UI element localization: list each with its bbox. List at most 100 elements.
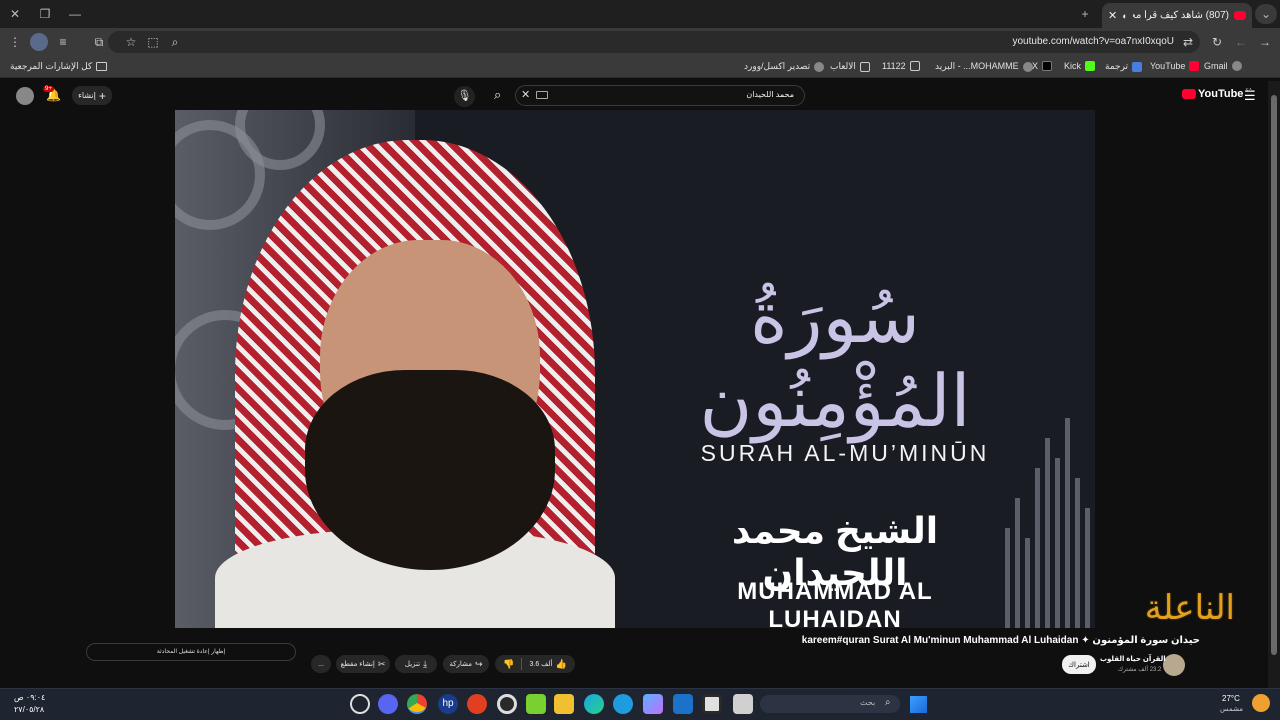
bookmark-label: الالعاب xyxy=(830,61,856,71)
bookmark-star-icon[interactable]: ☆ xyxy=(122,33,140,51)
close-window-icon[interactable]: ✕ xyxy=(4,4,26,24)
voice-search-icon[interactable]: 🎙 xyxy=(454,86,475,107)
app-orange-icon[interactable] xyxy=(467,694,487,714)
reciter-name-english: MUHAMMAD AL LUHAIDAN xyxy=(737,578,933,628)
extensions-icon[interactable]: ⧉ xyxy=(90,33,108,51)
youtube-icon xyxy=(1189,61,1200,71)
clear-search-icon[interactable]: ✕ xyxy=(521,88,530,101)
site-settings-icon[interactable]: ⇄ xyxy=(1179,33,1197,51)
bookmark-label: Gmail xyxy=(1204,61,1228,71)
restore-window-icon[interactable]: ❐ xyxy=(34,4,56,24)
country-code: SA xyxy=(1245,88,1253,94)
search-icon[interactable]: ⌕ xyxy=(494,87,501,103)
outlook-icon[interactable] xyxy=(673,694,693,714)
windows-start-icon[interactable] xyxy=(910,696,927,713)
download-icon: ⤓ xyxy=(423,658,428,669)
hp-icon[interactable]: hp xyxy=(438,694,458,714)
file-explorer-icon[interactable] xyxy=(554,694,574,714)
globe-icon xyxy=(1022,61,1033,72)
dislike-icon[interactable]: 👎 xyxy=(503,659,514,670)
screenshot-icon[interactable]: ⬚ xyxy=(144,33,162,51)
bookmark-label: 11122 xyxy=(882,61,906,71)
zoom-icon[interactable]: ⌕ xyxy=(166,33,184,51)
bookmark-kick[interactable]: Kick xyxy=(1064,61,1096,71)
profile-avatar[interactable] xyxy=(30,33,48,51)
youtube-play-icon xyxy=(1182,89,1196,99)
bookmark-11122[interactable]: 11122 xyxy=(882,61,920,71)
bookmark-gmail[interactable]: Gmail xyxy=(1204,61,1242,71)
minimize-window-icon[interactable]: — xyxy=(64,4,86,24)
globe-icon xyxy=(814,61,825,72)
search-input[interactable]: محمد اللحيدان xyxy=(746,90,794,99)
obs-icon[interactable] xyxy=(350,694,370,714)
new-tab-icon[interactable]: + xyxy=(1074,4,1096,24)
weather-sun-icon[interactable] xyxy=(1252,694,1270,712)
beard-shape xyxy=(305,370,555,570)
channel-watermark-logo: الناعلة xyxy=(1144,588,1235,628)
bookmark-label: X xyxy=(1032,61,1039,71)
account-avatar[interactable] xyxy=(16,87,34,105)
keyboard-icon[interactable] xyxy=(536,91,548,99)
reload-icon[interactable]: ↻ xyxy=(1208,33,1226,51)
channel-name[interactable]: القرآن حياة القلوب xyxy=(1100,655,1166,663)
app-green-icon[interactable] xyxy=(526,694,546,714)
url-text: youtube.com/watch?v=oa7nxI0xqoU xyxy=(1012,36,1175,47)
tab-audio-icon[interactable]: ◐ xyxy=(1122,11,1127,21)
bookmark-translate[interactable]: ترجمة xyxy=(1105,61,1143,72)
clip-label: إنشاء مقطع xyxy=(340,661,375,668)
show-chat-replay-button[interactable]: إظهار إعادة تشغيل المحادثة xyxy=(86,643,296,661)
steam-icon[interactable] xyxy=(497,694,517,714)
store-icon[interactable] xyxy=(702,694,722,714)
clip-button[interactable]: إنشاء مقطع ✂ xyxy=(336,655,390,673)
file-app-icon[interactable] xyxy=(733,694,753,714)
globe-icon xyxy=(1231,61,1242,71)
browser-tab[interactable]: (807) شاهد كيف قرأ محمد ال... ◐ ✕ xyxy=(1102,3,1252,28)
bookmark-label: البريد - ...MOHAMME xyxy=(935,61,1019,71)
audio-bar xyxy=(1035,468,1040,628)
bookmark-export[interactable]: تصدير اكسل/وورد xyxy=(744,61,825,72)
taskbar-search-box[interactable] xyxy=(760,695,900,713)
translate-icon xyxy=(1132,61,1143,72)
subscribe-button[interactable]: اشتراك xyxy=(1062,655,1096,674)
download-label: تنزيل xyxy=(404,661,421,668)
folder-icon xyxy=(909,61,920,71)
audio-bar xyxy=(1065,418,1070,628)
download-button[interactable]: تنزيل ⤓ xyxy=(395,655,437,673)
channel-subscribers: 23.2 ألف مشترك xyxy=(1118,667,1162,673)
menu-kebab-icon[interactable]: ⋮ xyxy=(6,33,24,51)
taskbar-search-icon: ⌕ xyxy=(885,697,891,708)
clock-date[interactable]: ٢٧/٠٥/٢٨ xyxy=(14,705,44,714)
video-player[interactable]: سُورَةُ المُؤْمِنُون SURAH AL-MU’MINŪN ا… xyxy=(175,110,1095,628)
audio-bar xyxy=(1075,478,1080,628)
bookmark-mail[interactable]: البريد - ...MOHAMME xyxy=(935,61,1033,72)
create-button[interactable]: إنشاء + xyxy=(72,86,112,105)
tab-search-icon[interactable]: ⌄ xyxy=(1255,4,1277,24)
tab-close-icon[interactable]: ✕ xyxy=(1108,9,1117,22)
like-dislike-group[interactable]: 👎 3.6 ألف 👍 xyxy=(495,655,575,673)
copilot-icon[interactable] xyxy=(643,694,663,714)
like-icon[interactable]: 👍 xyxy=(556,659,567,670)
surah-title-arabic: سُورَةُ المُؤْمِنُون xyxy=(699,275,971,443)
share-label: مشاركة xyxy=(449,661,473,668)
scrollbar-thumb[interactable] xyxy=(1271,95,1277,655)
youtube-logo[interactable]: YouTube SA xyxy=(1182,88,1252,100)
reading-list-icon[interactable]: ≡ xyxy=(54,33,72,51)
audio-bar xyxy=(1025,538,1030,628)
app-icon[interactable] xyxy=(613,694,633,714)
bookmark-games[interactable]: الالعاب xyxy=(830,61,870,72)
bookmark-label: YouTube xyxy=(1150,61,1186,71)
bookmark-x[interactable]: X xyxy=(1032,61,1053,71)
channel-avatar[interactable] xyxy=(1163,654,1185,676)
forward-icon[interactable]: ← xyxy=(1232,33,1250,51)
clock-time[interactable]: ٠٩:٠٤ ص xyxy=(14,693,45,702)
chrome-icon[interactable] xyxy=(407,694,427,714)
share-button[interactable]: مشاركة ↪ xyxy=(443,655,489,673)
discord-icon[interactable] xyxy=(378,694,398,714)
more-actions-button[interactable]: ... xyxy=(311,655,331,673)
tab-title: (807) شاهد كيف قرأ محمد ال... xyxy=(1132,10,1229,21)
bookmark-youtube[interactable]: YouTube xyxy=(1150,61,1200,71)
all-bookmarks-button[interactable]: كل الإشارات المرجعية xyxy=(10,61,108,72)
edge-icon[interactable] xyxy=(584,694,604,714)
back-icon[interactable]: → xyxy=(1256,33,1274,51)
x-logo-icon xyxy=(1042,61,1053,71)
